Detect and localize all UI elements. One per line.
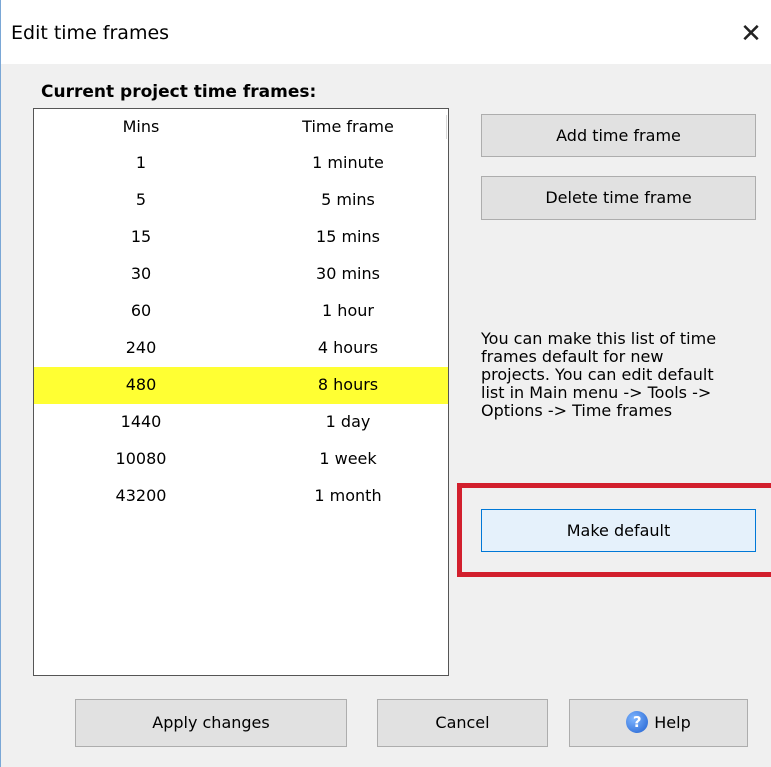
delete-time-frame-button[interactable]: Delete time frame xyxy=(481,176,756,220)
apply-changes-button[interactable]: Apply changes xyxy=(75,699,347,747)
close-icon[interactable]: ✕ xyxy=(731,14,771,54)
row-time-frame: 1 day xyxy=(325,412,371,431)
row-mins: 43200 xyxy=(115,486,167,505)
list-row[interactable]: 43200 1 month xyxy=(34,478,448,515)
row-time-frame: 1 week xyxy=(319,449,377,468)
column-header-mins[interactable]: Mins xyxy=(34,109,248,145)
row-mins: 10080 xyxy=(115,449,167,468)
row-time-frame: 30 mins xyxy=(316,264,380,283)
list-row[interactable]: 1 1 minute xyxy=(34,145,448,182)
list-row[interactable]: 60 1 hour xyxy=(34,293,448,330)
column-separator xyxy=(446,115,447,139)
row-time-frame: 1 hour xyxy=(322,301,374,320)
info-line: list in Main menu -> Tools -> xyxy=(481,383,712,402)
add-time-frame-button[interactable]: Add time frame xyxy=(481,114,756,157)
cancel-button[interactable]: Cancel xyxy=(377,699,548,747)
default-list-info-text: You can make this list of time frames de… xyxy=(481,330,766,420)
info-line: Options -> Time frames xyxy=(481,401,673,420)
row-time-frame: 4 hours xyxy=(317,338,379,357)
info-line: frames default for new xyxy=(481,347,664,366)
list-row[interactable]: 1440 1 day xyxy=(34,404,448,441)
edit-time-frames-dialog: Edit time frames ✕ Current project time … xyxy=(0,0,771,767)
dialog-title: Edit time frames xyxy=(11,22,170,44)
list-header: Mins Time frame xyxy=(34,109,448,145)
list-row[interactable]: 10080 1 week xyxy=(34,441,448,478)
row-mins: 15 xyxy=(130,227,152,246)
help-button-label: Help xyxy=(654,713,691,732)
row-time-frame: 5 mins xyxy=(321,190,375,209)
row-time-frame: 15 mins xyxy=(316,227,380,246)
row-mins: 1440 xyxy=(120,412,162,431)
help-icon: ? xyxy=(626,710,649,733)
list-row[interactable]: 240 4 hours xyxy=(34,330,448,367)
make-default-button[interactable]: Make default xyxy=(481,509,756,552)
row-time-frame: 1 minute xyxy=(312,153,384,172)
row-mins: 5 xyxy=(135,190,147,209)
list-row[interactable]: 30 30 mins xyxy=(34,256,448,293)
row-mins: 30 xyxy=(130,264,152,283)
list-row-highlighted[interactable]: 480 8 hours xyxy=(34,367,448,404)
row-mins: 480 xyxy=(125,375,157,394)
column-header-time-frame[interactable]: Time frame xyxy=(248,109,448,145)
time-frames-list[interactable]: Mins Time frame 1 1 minute 5 5 mins 15 1… xyxy=(33,108,449,676)
help-button[interactable]: ? Help xyxy=(569,699,748,747)
row-mins: 240 xyxy=(125,338,157,357)
list-row[interactable]: 5 5 mins xyxy=(34,182,448,219)
title-bar: Edit time frames ✕ xyxy=(1,0,771,64)
info-line: projects. You can edit default xyxy=(481,365,714,384)
row-time-frame: 8 hours xyxy=(317,375,379,394)
row-mins: 60 xyxy=(130,301,152,320)
row-mins: 1 xyxy=(135,153,147,172)
list-label: Current project time frames: xyxy=(41,82,317,102)
info-line: You can make this list of time xyxy=(481,329,717,348)
row-time-frame: 1 month xyxy=(314,486,382,505)
list-row[interactable]: 15 15 mins xyxy=(34,219,448,256)
